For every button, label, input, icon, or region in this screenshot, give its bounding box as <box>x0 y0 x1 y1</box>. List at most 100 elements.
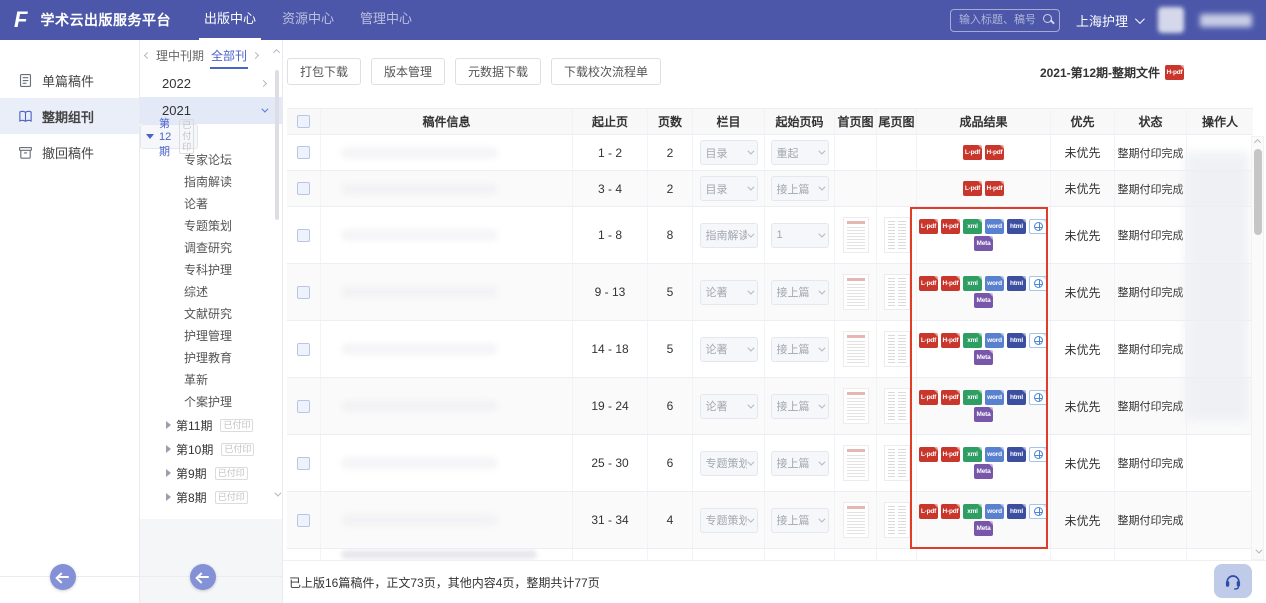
toolbar-button-3[interactable]: 下载校次流程单 <box>551 58 661 85</box>
row-checkbox[interactable] <box>297 514 310 527</box>
first-page-thumbnail[interactable] <box>843 331 869 367</box>
file-h-pdf-icon[interactable]: H-pdf <box>941 390 960 405</box>
sidebar-item-0[interactable]: 单篇稿件 <box>0 62 139 98</box>
file-l-pdf-icon[interactable]: L-pdf <box>919 447 938 462</box>
column-select[interactable]: 指南解读 <box>700 223 758 248</box>
file-l-pdf-icon[interactable]: L-pdf <box>919 390 938 405</box>
column-select[interactable]: 论著 <box>700 337 758 362</box>
file-word-icon[interactable]: word <box>985 390 1004 405</box>
file-h-pdf-icon[interactable]: H-pdf <box>941 276 960 291</box>
file-word-icon[interactable]: word <box>985 447 1004 462</box>
toolbar-button-1[interactable]: 版本管理 <box>371 58 445 85</box>
last-page-thumbnail[interactable] <box>884 217 910 253</box>
last-page-thumbnail[interactable] <box>884 445 910 481</box>
tree-category-7[interactable]: 文献研究 <box>140 303 282 325</box>
file-h-pdf-icon[interactable]: H-pdf <box>941 333 960 348</box>
row-checkbox[interactable] <box>297 457 310 470</box>
start-page-select[interactable]: 接上篇 <box>771 280 829 305</box>
brand-logo-icon[interactable]: F <box>14 0 27 40</box>
tree-collapse-button[interactable] <box>190 564 216 590</box>
file-xml-icon[interactable]: xml <box>963 333 982 348</box>
file-meta-icon[interactable]: Meta <box>974 293 993 308</box>
web-file-icon[interactable] <box>1029 333 1048 348</box>
tree-issue-2[interactable]: 第12期已付印 <box>140 124 198 149</box>
file-l-pdf-icon[interactable]: L-pdf <box>919 333 938 348</box>
file-meta-icon[interactable]: Meta <box>974 464 993 479</box>
file-h-pdf-icon[interactable]: H-pdf <box>985 145 1004 160</box>
file-meta-icon[interactable]: Meta <box>974 521 993 536</box>
sidebar-item-2[interactable]: 撤回稿件 <box>0 134 139 170</box>
main-scrollbar[interactable] <box>1251 136 1264 560</box>
start-page-select[interactable]: 接上篇 <box>771 394 829 419</box>
avatar[interactable] <box>1158 7 1184 33</box>
file-l-pdf-icon[interactable]: L-pdf <box>919 276 938 291</box>
last-page-thumbnail[interactable] <box>884 388 910 424</box>
tree-category-9[interactable]: 护理教育 <box>140 347 282 369</box>
file-meta-icon[interactable]: Meta <box>974 236 993 251</box>
nav-item-1[interactable]: 资源中心 <box>277 0 339 40</box>
scroll-up-icon[interactable] <box>1254 139 1261 146</box>
tree-category-3[interactable]: 专题策划 <box>140 215 282 237</box>
row-checkbox[interactable] <box>297 286 310 299</box>
first-page-thumbnail[interactable] <box>843 217 869 253</box>
customer-service-button[interactable] <box>1214 564 1252 598</box>
toolbar-button-2[interactable]: 元数据下载 <box>455 58 541 85</box>
file-xml-icon[interactable]: xml <box>963 447 982 462</box>
tree-category-11[interactable]: 个案护理 <box>140 391 282 413</box>
file-word-icon[interactable]: word <box>985 276 1004 291</box>
tabs-prev-icon[interactable] <box>144 51 151 58</box>
file-h-pdf-icon[interactable]: H-pdf <box>941 504 960 519</box>
web-file-icon[interactable] <box>1029 504 1048 519</box>
file-h-pdf-icon[interactable]: H-pdf <box>941 447 960 462</box>
tree-issue-6[interactable]: 第8期已付印 <box>140 485 282 509</box>
tree-category-6[interactable]: 综述 <box>140 281 282 303</box>
file-html-icon[interactable]: html <box>1007 276 1026 291</box>
first-page-thumbnail[interactable] <box>843 274 869 310</box>
start-page-select[interactable]: 重起 <box>771 140 829 165</box>
tree-category-1[interactable]: 指南解读 <box>140 171 282 193</box>
file-meta-icon[interactable]: Meta <box>974 350 993 365</box>
file-xml-icon[interactable]: xml <box>963 219 982 234</box>
row-checkbox[interactable] <box>297 400 310 413</box>
file-html-icon[interactable]: html <box>1007 447 1026 462</box>
start-page-select[interactable]: 接上篇 <box>771 451 829 476</box>
file-h-pdf-icon[interactable]: H-pdf <box>1165 65 1184 80</box>
column-select[interactable]: 专题策划 <box>700 451 758 476</box>
web-file-icon[interactable] <box>1029 447 1048 462</box>
file-word-icon[interactable]: word <box>985 219 1004 234</box>
file-l-pdf-icon[interactable]: L-pdf <box>963 145 982 160</box>
column-select[interactable]: 论著 <box>700 280 758 305</box>
start-page-select[interactable]: 1 <box>771 223 829 248</box>
tree-issue-5[interactable]: 第9期已付印 <box>140 461 282 485</box>
tree-issue-3[interactable]: 第11期已付印 <box>140 413 282 437</box>
issue-file[interactable]: 2021-第12期-整期文件 H-pdf <box>1040 64 1184 81</box>
web-file-icon[interactable] <box>1029 390 1048 405</box>
select-all-checkbox[interactable] <box>297 115 310 128</box>
row-checkbox[interactable] <box>297 146 310 159</box>
file-l-pdf-icon[interactable]: L-pdf <box>919 219 938 234</box>
tree-category-2[interactable]: 论著 <box>140 193 282 215</box>
file-meta-icon[interactable]: Meta <box>974 407 993 422</box>
file-html-icon[interactable]: html <box>1007 390 1026 405</box>
file-html-icon[interactable]: html <box>1007 504 1026 519</box>
start-page-select[interactable]: 接上篇 <box>771 337 829 362</box>
tree-category-10[interactable]: 革新 <box>140 369 282 391</box>
first-page-thumbnail[interactable] <box>843 388 869 424</box>
tree-category-8[interactable]: 护理管理 <box>140 325 282 347</box>
web-file-icon[interactable] <box>1029 219 1048 234</box>
column-select[interactable]: 专题策划 <box>700 508 758 533</box>
file-html-icon[interactable]: html <box>1007 219 1026 234</box>
tree-category-4[interactable]: 调查研究 <box>140 237 282 259</box>
start-page-select[interactable]: 接上篇 <box>771 176 829 201</box>
tab-1[interactable]: 全部刊 <box>210 42 248 69</box>
file-h-pdf-icon[interactable]: H-pdf <box>941 219 960 234</box>
file-html-icon[interactable]: html <box>1007 333 1026 348</box>
file-h-pdf-icon[interactable]: H-pdf <box>985 181 1004 196</box>
first-page-thumbnail[interactable] <box>843 445 869 481</box>
sidebar-collapse-button[interactable] <box>50 564 76 590</box>
toolbar-button-0[interactable]: 打包下载 <box>287 58 361 85</box>
last-page-thumbnail[interactable] <box>884 274 910 310</box>
column-select[interactable]: 论著 <box>700 394 758 419</box>
tab-0[interactable]: 理中刊期 <box>155 42 205 69</box>
last-page-thumbnail[interactable] <box>884 331 910 367</box>
